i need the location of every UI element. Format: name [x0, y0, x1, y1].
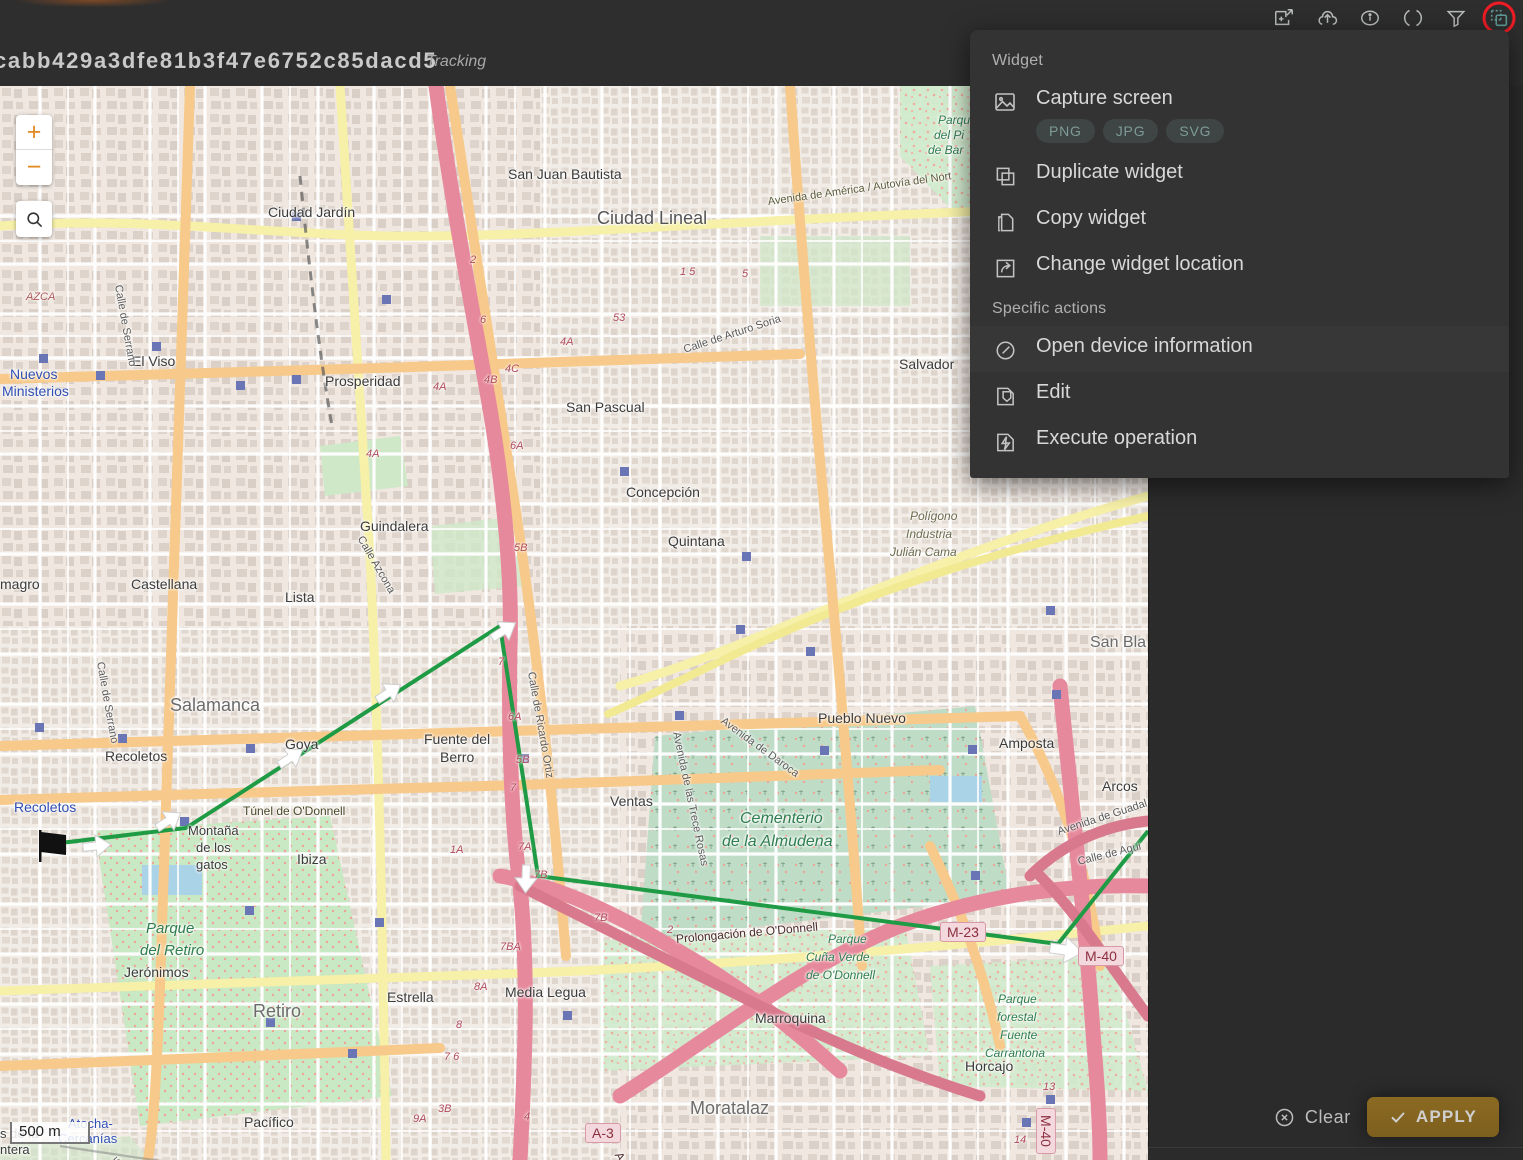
menu-item-label: Capture screen [1036, 87, 1173, 109]
copy-icon [992, 209, 1018, 235]
refresh-icon[interactable] [1399, 4, 1427, 32]
apply-button-label: APPLY [1415, 1107, 1477, 1126]
gauge-icon [992, 337, 1018, 363]
map-scale-bar: 500 m [10, 1122, 90, 1144]
chip-jpg[interactable]: JPG [1102, 119, 1159, 143]
clear-button-label: Clear [1304, 1106, 1351, 1127]
capture-format-chips: PNG JPG SVG [1036, 119, 1225, 143]
move-location-icon [992, 255, 1018, 281]
filter-icon[interactable] [1442, 4, 1470, 32]
chip-svg[interactable]: SVG [1166, 119, 1225, 143]
image-icon [992, 89, 1018, 115]
chip-png[interactable]: PNG [1036, 119, 1095, 143]
menu-item-label: Edit [1036, 381, 1071, 403]
menu-item-capture-screen[interactable]: Capture screen PNG JPG SVG [970, 78, 1509, 152]
menu-item-edit[interactable]: Edit [970, 372, 1509, 418]
menu-item-copy-widget[interactable]: Copy widget [970, 198, 1509, 244]
clear-circle-x-icon [1275, 1108, 1294, 1126]
panel-action-bar: Clear APPLY [1148, 1087, 1523, 1147]
menu-section-specific-actions: Specific actions [992, 300, 1107, 317]
bolt-document-icon [992, 429, 1018, 455]
menu-item-label: Open device information [1036, 335, 1253, 357]
duplicate-icon [992, 163, 1018, 189]
menu-item-label: Change widget location [1036, 253, 1244, 275]
check-icon [1391, 1112, 1405, 1123]
clear-button[interactable]: Clear [1274, 1107, 1351, 1128]
apply-button[interactable]: APPLY [1366, 1097, 1499, 1137]
menu-item-execute-operation[interactable]: Execute operation [970, 418, 1509, 464]
info-icon[interactable] [1356, 4, 1384, 32]
zoom-out-button[interactable]: − [16, 150, 52, 185]
widget-mode-label: Tracking [426, 53, 487, 70]
menu-item-duplicate-widget[interactable]: Duplicate widget [970, 152, 1509, 198]
menu-item-open-device-information[interactable]: Open device information [970, 326, 1509, 372]
menu-item-label: Duplicate widget [1036, 161, 1183, 183]
widget-options-icon[interactable] [1482, 1, 1516, 35]
map-zoom-controls[interactable]: + − [16, 115, 52, 185]
menu-item-label: Execute operation [1036, 427, 1198, 449]
menu-section-widget: Widget [992, 52, 1043, 69]
cloud-upload-icon[interactable] [1313, 4, 1341, 32]
add-widget-icon[interactable] [1270, 4, 1298, 32]
menu-item-label: Copy widget [1036, 207, 1147, 229]
zoom-in-button[interactable]: + [16, 115, 52, 150]
search-icon [26, 211, 42, 227]
widget-context-menu[interactable]: Widget Capture screen PNG JPG SVG Duplic… [970, 30, 1509, 478]
widget-title: cabb429a3dfe81b3f47e6752c85dacd5 [0, 48, 438, 73]
menu-item-change-widget-location[interactable]: Change widget location [970, 244, 1509, 290]
edit-document-icon [992, 383, 1018, 409]
map-search-button[interactable] [16, 201, 52, 237]
panel-bottom-divider [1148, 1147, 1523, 1160]
header-glow [18, 0, 168, 7]
